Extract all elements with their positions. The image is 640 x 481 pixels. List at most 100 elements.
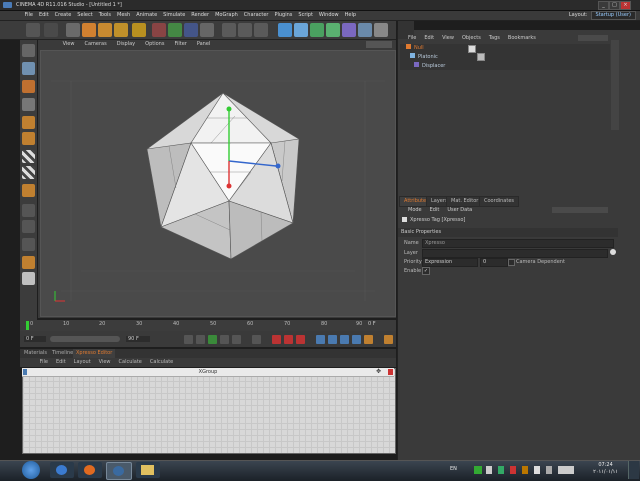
menu-plugins[interactable]: Plugins xyxy=(271,11,295,20)
move-icon[interactable] xyxy=(82,23,96,37)
viewport-menu-panel[interactable]: Panel xyxy=(192,40,216,49)
menu-select[interactable]: Select xyxy=(74,11,95,20)
make-editable-icon[interactable] xyxy=(22,44,35,57)
paint-icon[interactable] xyxy=(22,220,35,233)
x-axis-icon[interactable] xyxy=(152,23,166,37)
scale-icon[interactable] xyxy=(98,23,112,37)
layer-pick-icon[interactable] xyxy=(610,249,616,255)
om-menu-objects[interactable]: Objects xyxy=(458,34,485,43)
rotation-key-icon[interactable] xyxy=(340,335,349,344)
menu-script[interactable]: Script xyxy=(295,11,316,20)
object-mode-icon[interactable] xyxy=(22,80,35,93)
edges-mode-icon[interactable] xyxy=(22,132,35,145)
name-input[interactable]: Xpresso xyxy=(422,239,614,248)
side-tabs[interactable] xyxy=(611,40,619,130)
folder-icon[interactable] xyxy=(136,462,160,478)
perspective-viewport[interactable] xyxy=(40,50,396,317)
workplane-icon[interactable] xyxy=(22,256,35,269)
priority-value-input[interactable]: 0 xyxy=(480,258,508,267)
timeline-ruler[interactable] xyxy=(20,320,396,331)
am-nav-icons[interactable] xyxy=(552,207,608,213)
om-menu-bookmarks[interactable]: Bookmarks xyxy=(504,34,540,43)
camera-dependent-checkbox[interactable] xyxy=(508,259,515,266)
xp-menu-view[interactable]: View xyxy=(95,358,115,367)
menu-mograph[interactable]: MoGraph xyxy=(212,11,241,20)
coordinate-system-icon[interactable] xyxy=(200,23,214,37)
keyframe-selection-icon[interactable] xyxy=(296,335,305,344)
render-settings-icon[interactable] xyxy=(254,23,268,37)
z-axis-icon[interactable] xyxy=(184,23,198,37)
xp-menu-calculate[interactable]: Calculate xyxy=(115,358,146,367)
redo-icon[interactable] xyxy=(44,23,58,37)
position-key-icon[interactable] xyxy=(316,335,325,344)
viewport-menu-display[interactable]: Display xyxy=(112,40,140,49)
end-frame-field[interactable]: 90 F xyxy=(126,336,150,342)
grid-icon[interactable] xyxy=(22,272,35,285)
om-search-icons[interactable] xyxy=(578,35,608,41)
am-menu-mode[interactable]: Mode xyxy=(404,206,426,215)
menu-tools[interactable]: Tools xyxy=(96,11,114,20)
deformer-icon[interactable] xyxy=(342,23,356,37)
layer-input[interactable] xyxy=(422,249,608,258)
om-menu-edit[interactable]: Edit xyxy=(420,34,438,43)
scale-key-icon[interactable] xyxy=(328,335,337,344)
texture-axis-icon[interactable] xyxy=(22,166,35,179)
firefox-icon[interactable] xyxy=(78,462,102,478)
om-menu-file[interactable]: File xyxy=(404,34,420,43)
cube-icon[interactable] xyxy=(278,23,292,37)
go-to-start-icon[interactable] xyxy=(184,335,193,344)
xgroup-right-port-icon[interactable] xyxy=(388,369,393,375)
menu-help[interactable]: Help xyxy=(342,11,359,20)
om-menu-tags[interactable]: Tags xyxy=(485,34,504,43)
tab-xpresso-editor[interactable]: Xpresso Editor xyxy=(73,349,116,358)
point-level-key-icon[interactable] xyxy=(364,335,373,344)
xp-menu-layout[interactable]: Layout xyxy=(70,358,95,367)
viewport-menu-filter[interactable]: Filter xyxy=(169,40,191,49)
viewport-menu-view[interactable]: View xyxy=(58,40,80,49)
menu-file[interactable]: File xyxy=(22,11,36,20)
rotate-icon[interactable] xyxy=(114,23,128,37)
3d-snap-icon[interactable] xyxy=(22,238,35,251)
timeline-menu-icon[interactable] xyxy=(384,335,393,344)
am-menu-user-data[interactable]: User Data xyxy=(443,206,476,215)
show-desktop-button[interactable] xyxy=(628,461,639,479)
menu-animate[interactable]: Animate xyxy=(133,11,160,20)
xgroup-left-port-icon[interactable] xyxy=(23,369,27,375)
brush-icon[interactable] xyxy=(22,204,35,217)
model-mode-icon[interactable] xyxy=(22,62,35,75)
xp-menu-calculate-2[interactable]: Calculate xyxy=(146,358,177,367)
xp-menu-file[interactable]: File xyxy=(36,358,52,367)
record-icon[interactable] xyxy=(272,335,281,344)
phong-tag-icon[interactable] xyxy=(477,53,485,61)
xgroup-title[interactable]: XGroup xyxy=(22,368,394,377)
render-picture-viewer-icon[interactable] xyxy=(238,23,252,37)
xpresso-canvas[interactable] xyxy=(22,368,396,454)
xpresso-tag-icon[interactable] xyxy=(468,45,476,53)
menu-render[interactable]: Render xyxy=(188,11,212,20)
viewport-menu-cameras[interactable]: Cameras xyxy=(79,40,111,49)
layout-dropdown[interactable]: Startup (User) xyxy=(590,11,636,20)
minimize-button[interactable]: _ xyxy=(598,1,609,10)
y-axis-icon[interactable] xyxy=(168,23,182,37)
render-view-icon[interactable] xyxy=(222,23,236,37)
loop-icon[interactable] xyxy=(252,335,261,344)
scene-icon[interactable] xyxy=(358,23,372,37)
maximize-button[interactable]: □ xyxy=(609,1,620,10)
system-clock[interactable]: 07:24 ٢٠١١/٠١/١١ xyxy=(593,462,618,476)
ie-icon[interactable] xyxy=(50,462,74,478)
viewport-menu-options[interactable]: Options xyxy=(140,40,169,49)
polygons-mode-icon[interactable] xyxy=(22,150,35,163)
xp-menu-edit[interactable]: Edit xyxy=(52,358,70,367)
start-button[interactable] xyxy=(22,461,40,479)
step-back-icon[interactable] xyxy=(196,335,205,344)
cinema4d-task-icon[interactable] xyxy=(106,462,132,480)
object-row-null[interactable]: Null xyxy=(400,44,610,53)
viewport-nav-icons[interactable] xyxy=(366,41,392,48)
tab-coordinates[interactable]: Coordinates xyxy=(479,196,520,207)
menu-window[interactable]: Window xyxy=(316,11,342,20)
menu-character[interactable]: Character xyxy=(241,11,272,20)
tray-icons[interactable] xyxy=(474,466,574,474)
add-icon[interactable] xyxy=(132,23,146,37)
tab-materials[interactable]: Materials xyxy=(21,349,50,358)
menu-create[interactable]: Create xyxy=(52,11,75,20)
